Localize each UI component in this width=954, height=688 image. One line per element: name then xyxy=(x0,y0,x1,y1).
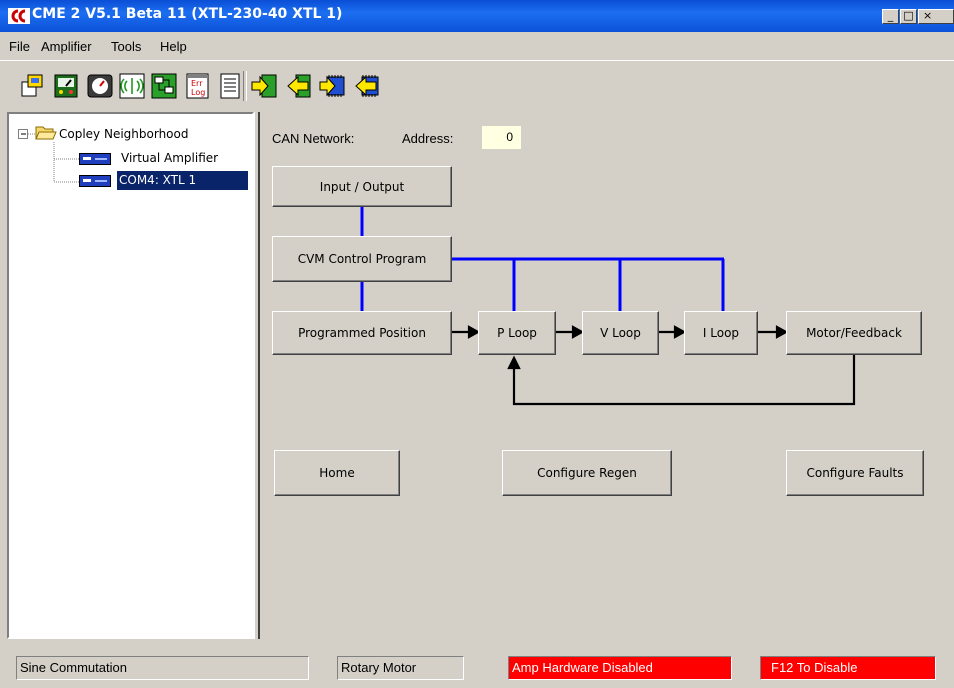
menu-file[interactable]: File xyxy=(9,39,30,54)
hardware-status: Amp Hardware Disabled xyxy=(508,656,732,680)
amplifier-icon xyxy=(79,153,111,165)
toolbar: Err Log xyxy=(0,60,954,111)
minimize-button[interactable]: _ xyxy=(882,9,899,24)
window-title: CME 2 V5.1 Beta 11 (XTL-230-40 XTL 1) xyxy=(32,6,343,22)
cvm-control-program-button[interactable]: CVM Control Program xyxy=(272,236,452,282)
notes-icon[interactable] xyxy=(216,72,244,100)
address-label: Address: xyxy=(402,131,454,146)
menu-help[interactable]: Help xyxy=(160,39,187,54)
motor-feedback-button[interactable]: Motor/Feedback xyxy=(786,311,922,355)
maximize-button[interactable]: □ xyxy=(900,9,917,24)
address-field[interactable]: 0 xyxy=(481,125,522,150)
menu-bar: File Amplifier Tools Help xyxy=(0,32,954,60)
status-bar: Sine Commutation Rotary Motor Amp Hardwa… xyxy=(0,644,954,688)
tree-item-com4-xtl1[interactable]: COM4: XTL 1 xyxy=(117,171,248,190)
scope-icon[interactable] xyxy=(86,72,114,100)
can-network-label: CAN Network: xyxy=(272,131,355,146)
pane-splitter[interactable] xyxy=(254,112,260,639)
amplifier-main-panel: CAN Network: Address: 0 Input / Output C… xyxy=(262,112,954,639)
tuning-icon[interactable] xyxy=(118,72,146,100)
folder-open-icon xyxy=(35,126,57,140)
hotkey-status: F12 To Disable xyxy=(760,656,936,680)
commutation-status: Sine Commutation xyxy=(16,656,309,680)
menu-amplifier[interactable]: Amplifier xyxy=(41,39,92,54)
configure-faults-button[interactable]: Configure Faults xyxy=(786,450,924,496)
save-to-flash-icon[interactable] xyxy=(318,72,346,100)
input-output-button[interactable]: Input / Output xyxy=(272,166,452,207)
copley-logo-icon xyxy=(8,8,30,24)
motor-type-status: Rotary Motor xyxy=(337,656,464,680)
error-log-icon[interactable]: Err Log xyxy=(184,72,212,100)
control-panel-icon[interactable] xyxy=(52,72,80,100)
save-to-disk-icon[interactable] xyxy=(250,72,278,100)
i-loop-button[interactable]: I Loop xyxy=(684,311,758,355)
configure-regen-button[interactable]: Configure Regen xyxy=(502,450,672,496)
title-bar: CME 2 V5.1 Beta 11 (XTL-230-40 XTL 1) _ … xyxy=(0,0,954,32)
toolbar-separator xyxy=(243,71,247,101)
menu-tools[interactable]: Tools xyxy=(111,39,141,54)
programmed-position-button[interactable]: Programmed Position xyxy=(272,311,452,355)
close-button[interactable]: × xyxy=(918,9,954,24)
tree-item-virtual-amplifier[interactable]: Virtual Amplifier xyxy=(121,151,218,165)
amplifier-icon xyxy=(79,175,111,187)
tree-root-label[interactable]: Copley Neighborhood xyxy=(59,127,188,141)
v-loop-button[interactable]: V Loop xyxy=(582,311,659,355)
error-log-label-bottom: Log xyxy=(191,88,205,97)
amplifier-setup-icon[interactable] xyxy=(18,72,46,100)
p-loop-button[interactable]: P Loop xyxy=(478,311,556,355)
restore-from-flash-icon[interactable] xyxy=(352,72,380,100)
ccx-editor-icon[interactable] xyxy=(150,72,178,100)
error-log-label-top: Err xyxy=(191,79,203,88)
amplifier-tree[interactable]: Copley Neighborhood Virtual Amplifier CO… xyxy=(7,112,254,639)
home-button[interactable]: Home xyxy=(274,450,400,496)
restore-from-disk-icon[interactable] xyxy=(284,72,312,100)
